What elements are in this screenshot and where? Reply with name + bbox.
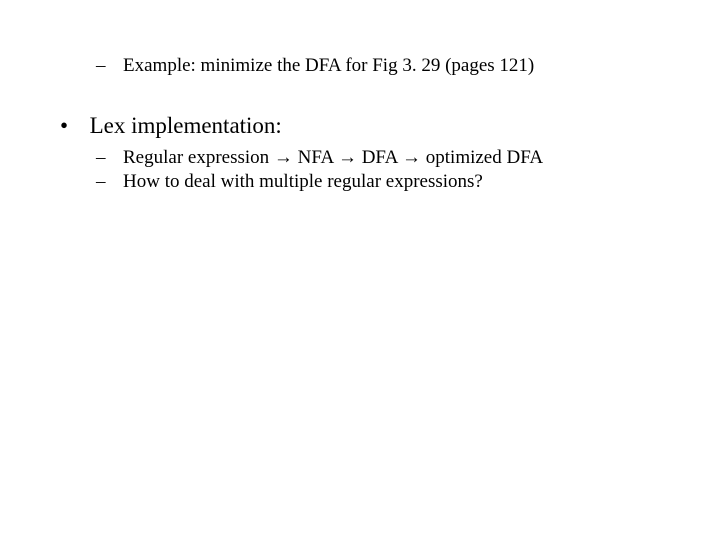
bullet-lex-text: Lex implementation: [90, 113, 282, 138]
slide: – Example: minimize the DFA for Fig 3. 2… [0, 0, 720, 540]
bullet-example-text: Example: minimize the DFA for Fig 3. 29 … [123, 55, 534, 76]
bullet-lex: • Lex implementation: [60, 113, 282, 139]
bullet-example: – Example: minimize the DFA for Fig 3. 2… [96, 55, 534, 77]
dash-icon: – [96, 171, 106, 193]
bullet-pipeline-text: Regular expression → NFA → DFA → optimiz… [123, 147, 543, 168]
bullet-pipeline: – Regular expression → NFA → DFA → optim… [96, 147, 543, 169]
dash-icon: – [96, 55, 106, 77]
bullet-howto: – How to deal with multiple regular expr… [96, 171, 483, 193]
bullet-dot-icon: • [60, 113, 68, 139]
bullet-howto-text: How to deal with multiple regular expres… [123, 171, 483, 192]
dash-icon: – [96, 147, 106, 169]
